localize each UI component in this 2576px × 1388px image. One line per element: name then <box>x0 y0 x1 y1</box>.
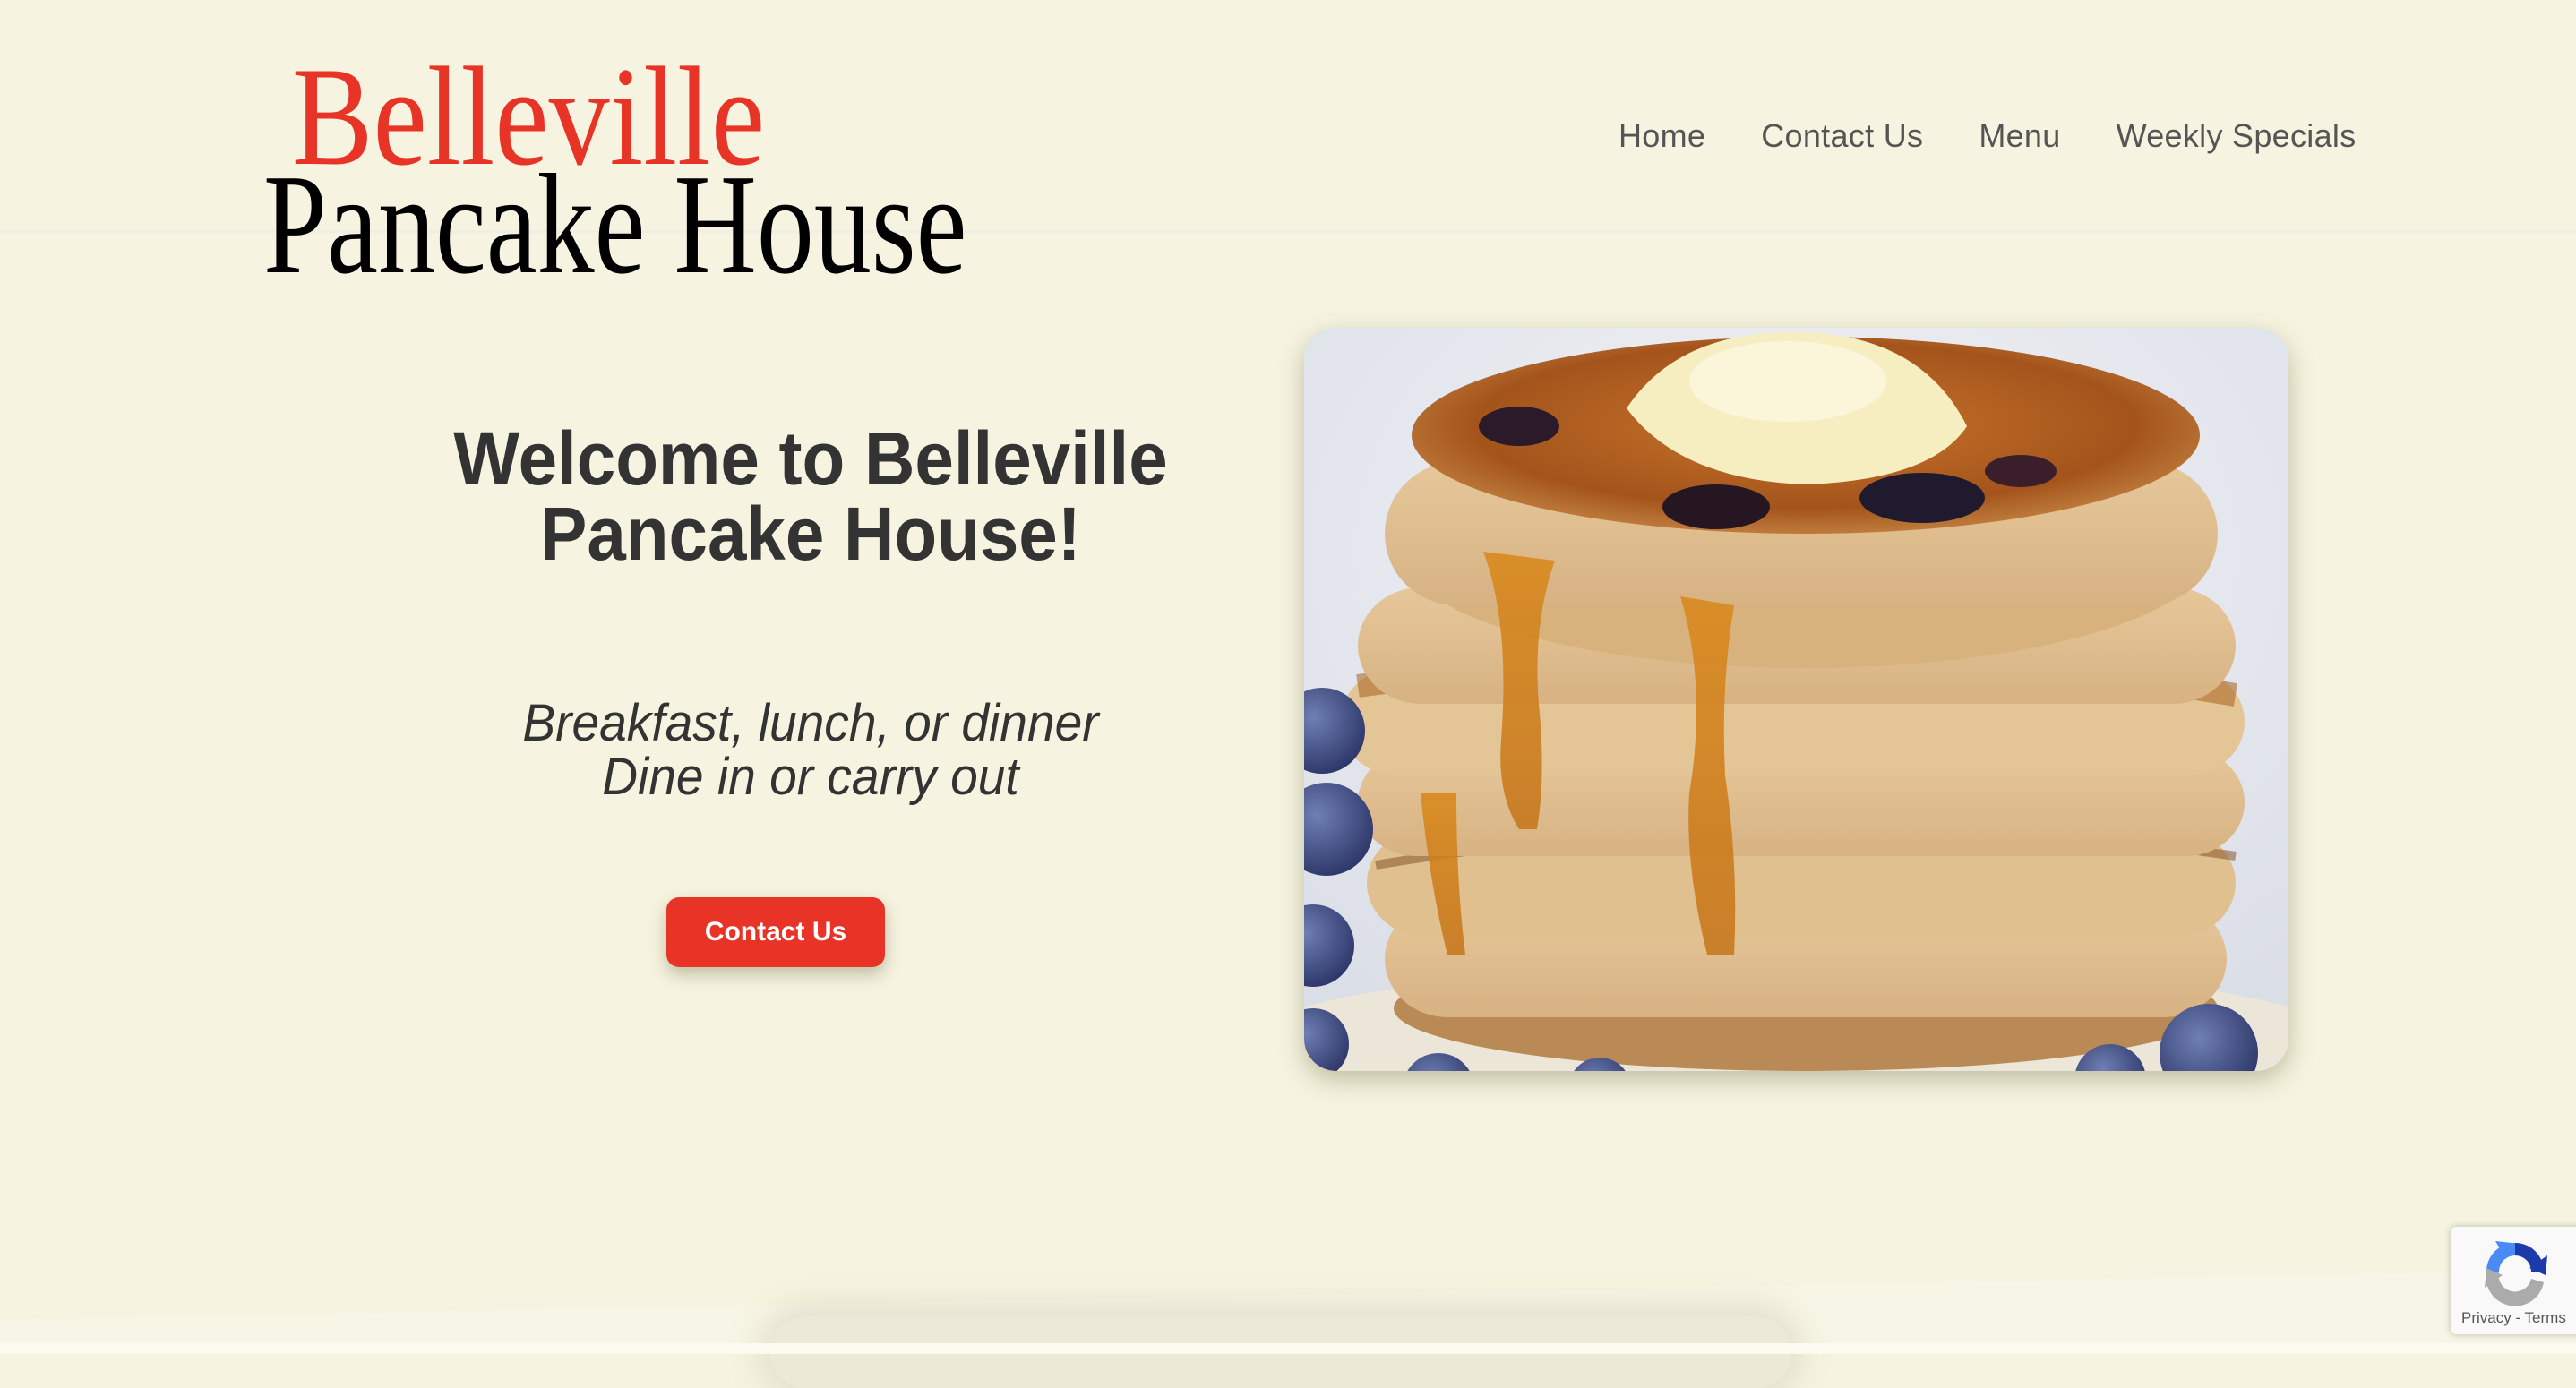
nav-home[interactable]: Home <box>1619 117 1705 155</box>
pancake-illustration <box>1304 328 2288 1071</box>
recaptcha-privacy-link[interactable]: Privacy <box>2461 1309 2512 1326</box>
pancake-stack <box>1340 331 2245 1071</box>
site-logo[interactable]: Belleville Pancake House <box>197 27 967 296</box>
hero-title: Welcome to Belleville Pancake House! <box>374 421 1249 571</box>
recaptcha-links: Privacy - Terms <box>2461 1309 2566 1327</box>
logo-line-pancake-house: Pancake House <box>263 144 967 304</box>
nav-contact-us[interactable]: Contact Us <box>1761 117 1923 155</box>
recaptcha-badge[interactable]: Privacy - Terms <box>2451 1227 2576 1334</box>
site-header: Belleville Pancake House Home Contact Us… <box>0 0 2576 296</box>
next-section-top <box>0 1343 2576 1354</box>
hero-text: Welcome to Belleville Pancake House! Bre… <box>340 421 1281 804</box>
recaptcha-terms-link[interactable]: Terms <box>2525 1309 2566 1326</box>
hero-title-line1: Welcome to Belleville <box>453 416 1168 501</box>
recaptcha-separator: - <box>2511 1309 2525 1326</box>
nav-menu[interactable]: Menu <box>1979 117 2060 155</box>
nav-weekly-specials[interactable]: Weekly Specials <box>2117 117 2357 155</box>
hero-subtitle-line2: Dine in or carry out <box>602 748 1019 806</box>
hero-subtitle-line1: Breakfast, lunch, or dinner <box>522 694 1099 752</box>
hero-title-line2: Pancake House! <box>540 492 1081 576</box>
hero-pancake-image <box>1304 328 2288 1071</box>
hero-subtitle: Breakfast, lunch, or dinner Dine in or c… <box>364 697 1258 804</box>
contact-us-button[interactable]: Contact Us <box>666 897 885 967</box>
recaptcha-icon <box>2485 1241 2547 1306</box>
main-nav: Home Contact Us Menu Weekly Specials <box>1619 116 2357 156</box>
